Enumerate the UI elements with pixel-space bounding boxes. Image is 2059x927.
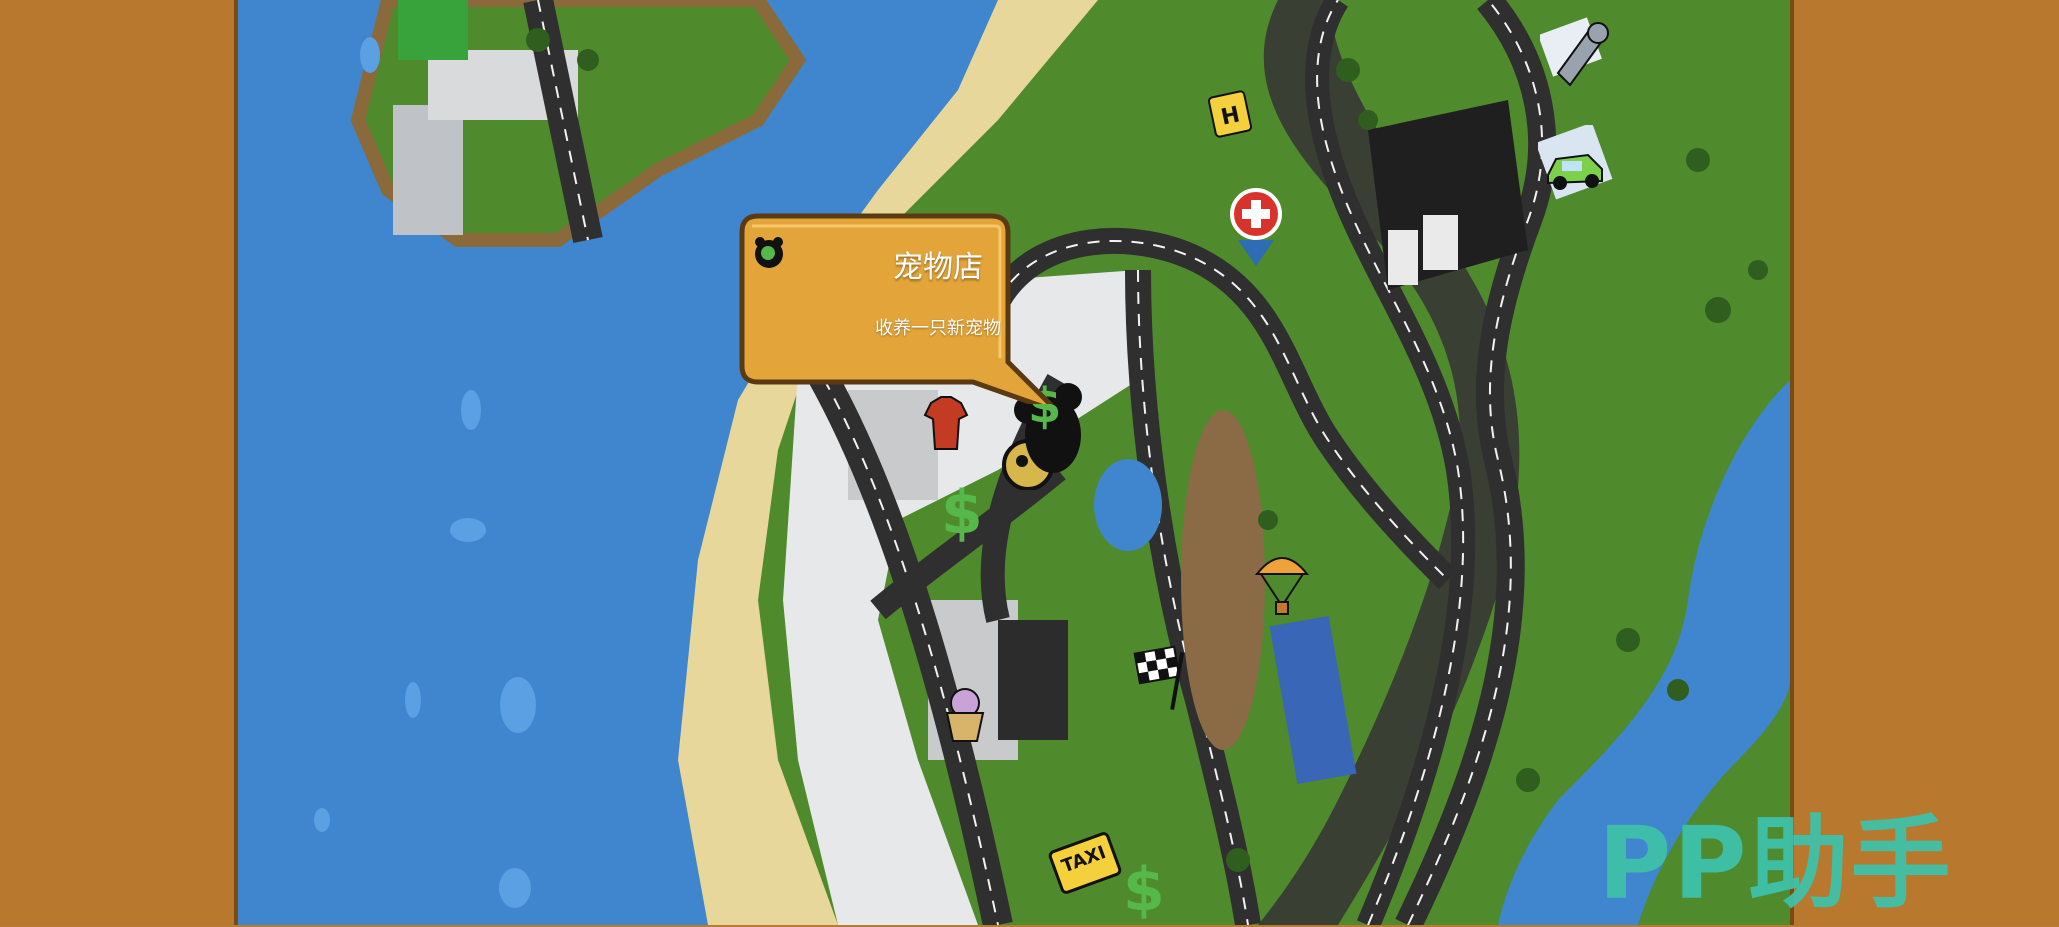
car-icon[interactable]: [1538, 125, 1618, 205]
world-map[interactable]: $ $ $ TAXI H 宠物店 收养一只新宠物: [238, 0, 1790, 925]
tooltip-title: 宠物店: [893, 250, 983, 285]
watermark-text: PP助手: [1598, 805, 1953, 922]
taxi-label: TAXI: [1058, 842, 1109, 878]
finish-flag-icon[interactable]: [1131, 642, 1189, 714]
parachute-icon[interactable]: [1255, 548, 1309, 618]
tooltip-description: 收养一只新宠物: [875, 318, 1001, 339]
wrench-icon[interactable]: [1540, 15, 1610, 105]
pet-shop-tooltip: 宠物店 收养一只新宠物: [738, 212, 1254, 404]
paw-icon: [752, 232, 786, 272]
money-icon[interactable]: $: [1123, 855, 1173, 925]
helipad-icon[interactable]: H: [1208, 90, 1252, 144]
left-frame: [0, 0, 238, 925]
money-icon[interactable]: $: [941, 478, 991, 548]
tooltip-bubble: [739, 213, 1054, 404]
ice-cream-icon[interactable]: [941, 685, 989, 745]
